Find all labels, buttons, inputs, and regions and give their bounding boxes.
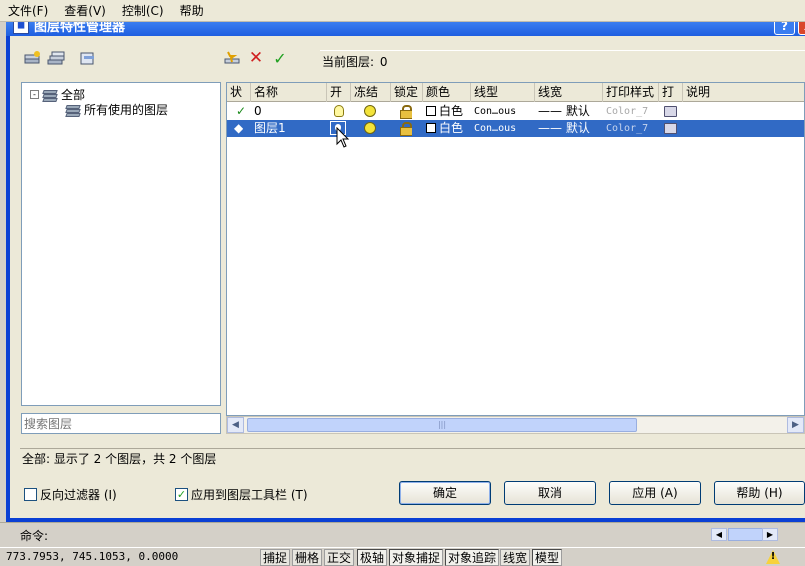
col-on[interactable]: 开 <box>327 83 351 102</box>
color-label: 白色 <box>439 121 464 135</box>
color-cell[interactable]: 白色 <box>423 103 463 120</box>
layer-states-manager-icon[interactable] <box>78 49 98 67</box>
col-lineweight[interactable]: 线宽 <box>535 83 603 102</box>
col-plotstyle[interactable]: 打印样式 <box>603 83 659 102</box>
color-cell[interactable]: 白色 <box>423 120 463 137</box>
table-row[interactable]: ◆ 图层1 白色 Con…ous —— 默认 Color_7 <box>227 120 804 137</box>
layer-count-summary: 全部: 显示了 2 个图层，共 2 个图层 <box>20 448 805 468</box>
sun-thaw-icon[interactable] <box>361 120 376 137</box>
col-description[interactable]: 说明 <box>683 83 804 102</box>
layer-name[interactable]: 0 <box>251 103 262 120</box>
delete-layer-icon[interactable]: ✕ <box>246 48 266 68</box>
checkbox-label: 反向过滤器 (I) <box>40 488 117 502</box>
new-group-filter-icon[interactable] <box>46 49 66 67</box>
help-button[interactable]: 帮助 (H) <box>714 481 805 505</box>
collapse-icon[interactable]: - <box>30 90 39 99</box>
lineweight-cell[interactable]: —— 默认 <box>535 103 590 120</box>
lineweight-cell[interactable]: —— 默认 <box>535 120 590 137</box>
toggle-grid[interactable]: 栅格 <box>292 549 323 566</box>
layer-name[interactable]: 图层1 <box>251 120 286 137</box>
table-row[interactable]: ✓ 0 白色 Con…ous —— 默认 Color_7 <box>227 103 804 120</box>
col-freeze[interactable]: 冻结 <box>351 83 391 102</box>
layers-stack-icon <box>42 88 58 102</box>
warning-icon[interactable] <box>766 550 780 564</box>
current-layer-value: 0 <box>379 55 388 69</box>
menu-bar: 文件(F) 查看(V) 控制(C) 帮助 <box>0 0 805 22</box>
layer-list[interactable]: 状 名称 开 冻结 锁定 颜色 线型 线宽 打印样式 打 说明 ✓ 0 白色 C… <box>226 82 805 416</box>
scroll-thumb[interactable]: ||| <box>247 418 637 432</box>
search-input[interactable] <box>22 414 220 433</box>
toggle-otrack[interactable]: 对象追踪 <box>445 549 500 566</box>
col-name[interactable]: 名称 <box>251 83 327 102</box>
col-color[interactable]: 颜色 <box>423 83 471 102</box>
unlock-icon[interactable] <box>397 103 412 120</box>
new-property-filter-icon[interactable] <box>22 49 42 67</box>
mouse-cursor-icon <box>336 127 350 148</box>
color-swatch-icon <box>426 123 436 133</box>
horizontal-scrollbar[interactable]: ◀ ||| ▶ <box>226 416 805 434</box>
tree-node-label: 所有使用的图层 <box>84 103 169 117</box>
layer-list-header: 状 名称 开 冻结 锁定 颜色 线型 线宽 打印样式 打 说明 <box>227 83 804 102</box>
layer-icon: ◆ <box>234 121 244 135</box>
toggle-model[interactable]: 模型 <box>532 549 563 566</box>
sun-thaw-icon[interactable] <box>361 103 376 120</box>
toggle-polar[interactable]: 极轴 <box>357 549 388 566</box>
new-layer-icon[interactable] <box>222 49 242 67</box>
toggle-snap[interactable]: 捕捉 <box>260 549 291 566</box>
col-status[interactable]: 状 <box>227 83 251 102</box>
app-icon: ◼ <box>13 22 29 34</box>
plotstyle-cell: Color_7 <box>606 123 649 134</box>
filter-tree[interactable]: - 全部 所有使用的图层 <box>21 82 221 406</box>
command-line[interactable]: 命令: ◀ ▶ <box>0 522 805 546</box>
search-box[interactable] <box>21 413 221 434</box>
scroll-right-icon[interactable]: ▶ <box>787 417 804 433</box>
linetype-cell[interactable]: Con…ous <box>471 120 516 137</box>
menu-view[interactable]: 查看(V) <box>56 0 114 22</box>
scroll-left-icon[interactable]: ◀ <box>227 417 244 433</box>
scroll-thumb[interactable] <box>728 528 764 541</box>
printer-icon[interactable] <box>661 103 677 120</box>
plotstyle-cell: Color_7 <box>606 106 649 117</box>
scroll-left-icon[interactable]: ◀ <box>711 528 727 541</box>
apply-button[interactable]: 应用 (A) <box>609 481 701 505</box>
color-swatch-icon <box>426 106 436 116</box>
title-close-button[interactable]: X <box>798 22 805 35</box>
coordinates-readout: 773.7953, 745.1053, 0.0000 <box>6 550 179 563</box>
status-bar: 773.7953, 745.1053, 0.0000 捕捉 栅格 正交 极轴 对… <box>0 547 805 566</box>
color-label: 白色 <box>439 104 464 118</box>
menu-file[interactable]: 文件(F) <box>0 0 56 22</box>
menu-help[interactable]: 帮助 <box>172 0 212 22</box>
current-layer-display: 当前图层: 0 <box>320 50 805 72</box>
checkbox-checked-icon[interactable]: ✓ <box>175 488 188 501</box>
checkbox-label: 应用到图层工具栏 (T) <box>191 488 308 502</box>
dialog-titlebar: ◼ 图层特性管理器 ? X <box>6 22 805 36</box>
col-linetype[interactable]: 线型 <box>471 83 535 102</box>
checkmark-icon: ✓ <box>236 104 247 118</box>
col-lock[interactable]: 锁定 <box>391 83 423 102</box>
lightbulb-on-icon[interactable] <box>331 103 344 120</box>
toggle-lineweight[interactable]: 线宽 <box>500 549 531 566</box>
col-plot[interactable]: 打 <box>659 83 683 102</box>
used-layers-icon <box>65 103 81 117</box>
toggle-osnap[interactable]: 对象捕捉 <box>389 549 444 566</box>
apply-toolbar-checkbox[interactable]: ✓ 应用到图层工具栏 (T) <box>175 486 308 503</box>
linetype-cell[interactable]: Con…ous <box>471 103 516 120</box>
ok-button[interactable]: 确定 <box>399 481 491 505</box>
dialog-title: 图层特性管理器 <box>34 22 126 35</box>
command-label: 命令: <box>20 529 49 543</box>
toggle-ortho[interactable]: 正交 <box>324 549 355 566</box>
menu-control[interactable]: 控制(C) <box>114 0 172 22</box>
scroll-right-icon[interactable]: ▶ <box>762 528 778 541</box>
tree-node-used[interactable]: 所有使用的图层 <box>62 101 168 118</box>
unlock-icon[interactable] <box>397 120 412 137</box>
title-help-button[interactable]: ? <box>774 22 795 35</box>
printer-icon[interactable] <box>661 120 677 137</box>
cancel-button[interactable]: 取消 <box>504 481 596 505</box>
current-layer-label: 当前图层: <box>322 55 375 69</box>
invert-filter-checkbox[interactable]: 反向过滤器 (I) <box>24 486 117 503</box>
set-current-icon[interactable]: ✓ <box>270 49 290 68</box>
checkbox-unchecked-icon[interactable] <box>24 488 37 501</box>
